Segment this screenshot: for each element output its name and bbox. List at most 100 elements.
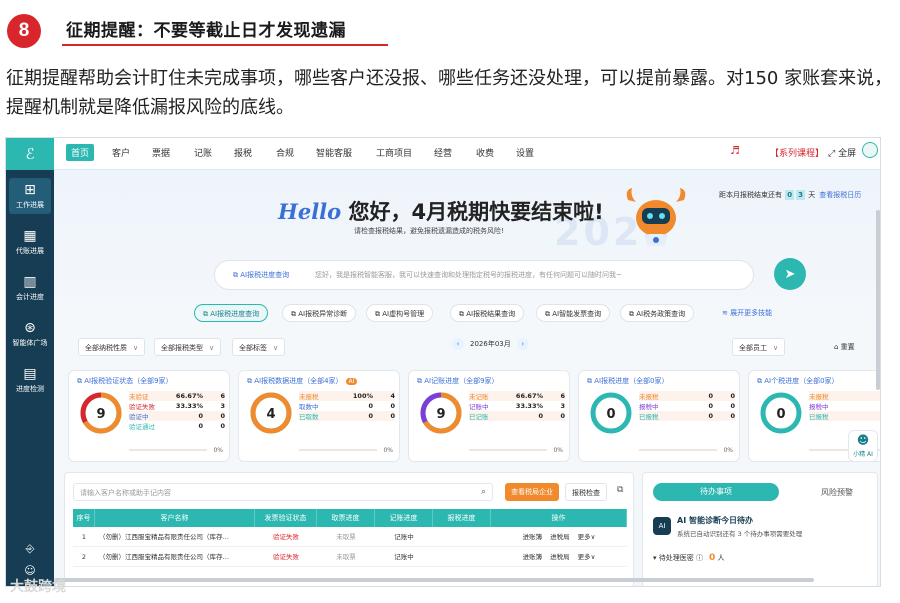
card-row[interactable]: 未报税0 [809,391,880,401]
customer-search-placeholder: 请输入客户名称或助手记内容 [80,489,171,497]
action-link[interactable]: 进税局 [550,553,570,561]
progress-track [469,449,547,451]
tags-select[interactable]: 全部标签 ∨ [232,338,286,356]
card-row[interactable]: 报税中0 [809,401,880,411]
skill-pill-3[interactable]: ⧉ AI报税结果查询 [450,304,525,322]
row-label: 已取数 [299,413,319,421]
avatar[interactable] [862,142,878,158]
card-row[interactable]: 取数中 0 0 [299,401,395,411]
skill-pill-0[interactable]: ⧉ AI报税进度查询 [194,304,269,322]
node-icon: ⊛ [24,320,36,336]
logo-glyph: ℰ [25,145,35,163]
row-label: 验证通过 [129,423,155,431]
row-number: 1 [81,533,87,541]
skill-pill-label: AI税务政策查询 [636,310,686,318]
card-row[interactable]: 记账中 33.33% 3 [469,401,565,411]
card-title-text: AI报税进度（全部0家） [594,377,669,385]
table-row[interactable]: 2 （勿删）江西服宝精品有限责任公司（库存… 验证失败 未取票 记账中 进账簿 进税局 更多∨ [73,547,627,567]
fullscreen-button[interactable]: ⤢ 全屏 [828,146,856,159]
tab-todo[interactable]: 待办事项 [653,483,779,501]
ai-search-box[interactable]: ⧉ AI报税进度查询 您好，我是报税智能客服，我可以快速查询和处理指定税号的报税… [214,260,754,290]
nav-item-1[interactable]: 客户 [112,146,130,159]
reset-button[interactable]: ⌂ 重置 [834,342,855,352]
card-row[interactable]: 已报税0 [809,411,880,421]
chevron-left-icon[interactable]: ‹ [452,338,464,350]
skill-pill-2[interactable]: ⧉ AI虚构号管理 [366,304,434,322]
nav-item-4[interactable]: 报税 [234,146,252,159]
tax-type-select[interactable]: 全部纳税性质 ∨ [78,338,146,356]
card-row[interactable]: 已记账 0 0 [469,411,565,421]
help-icon: ⓘ [695,554,703,562]
tax-calendar-link[interactable]: 查看报税日历 [819,191,861,199]
donut-chart: 0 [760,392,802,434]
tab-risk-warning[interactable]: 风险预警 [821,487,853,498]
action-link[interactable]: 进税局 [550,533,570,541]
nav-item-7[interactable]: 工商项目 [376,146,412,159]
sidebar-item-label: 智能体广场 [12,339,48,347]
section-heading: 征期提醒：不要等截止日才发现遗漏 [66,21,346,41]
skill-pill-1[interactable]: ⧉ AI报税异常诊断 [282,304,357,322]
progress-percent: 0% [213,447,223,454]
nav-item-10[interactable]: 设置 [516,146,534,159]
sidebar-item-0[interactable]: ⊞ 工作进展 [9,178,51,214]
card-row[interactable]: 已取数 0 0 [299,411,395,421]
ai-search-input[interactable]: 您好，我是报税智能客服，我可以快速查询和处理指定税号的报税进度，有任何问题可以随… [315,270,622,280]
action-link[interactable]: 更多∨ [578,533,596,541]
card-row[interactable]: 已报税 0 0 [639,411,735,421]
card-row[interactable]: 未报税 100% 4 [299,391,395,401]
nav-item-0[interactable]: 首页 [66,144,95,161]
sidebar-item-3[interactable]: ⊛ 智能体广场 [6,316,54,352]
card-row[interactable]: 验证中 0 0 [129,411,225,421]
export-icon[interactable]: ⧉ [617,485,623,495]
action-link[interactable]: 进账簿 [523,553,543,561]
reset-label: 重置 [840,343,855,351]
ai-search-tag[interactable]: ⧉ AI报税进度查询 [233,270,289,280]
card-row[interactable]: 验证失败 33.33% 3 [129,401,225,411]
horizontal-scrollbar[interactable] [54,578,814,582]
view-tax-bureau-button[interactable]: 查看税局企业 [505,483,559,501]
sidebar-item-4[interactable]: ▤ 进度检测 [6,362,54,398]
action-link[interactable]: 进账簿 [523,533,543,541]
top-nav: 首页 客户 票据 记账 报税 合规 智能客服 工商项目 经营 收费 设置 ♬ 【系列课程】 ⤢ 全屏 [54,138,880,170]
card-row[interactable]: 报税中 0 0 [639,401,735,411]
chevron-right-icon[interactable]: › [516,338,529,350]
action-link[interactable]: 更多∨ [578,553,596,561]
nav-item-2[interactable]: 票据 [152,146,170,159]
greeting-text: 您好，4月税期快要结束啦! [341,200,604,224]
customer-search-input[interactable]: 请输入客户名称或助手记内容 ⌕ [73,483,493,501]
report-type-select[interactable]: 全部报税类型 ∨ [154,338,222,356]
staff-select[interactable]: 全部员工 ∨ [732,338,786,356]
ai-search-tag-label: AI报税进度查询 [240,271,290,279]
nav-item-8[interactable]: 经营 [434,146,452,159]
course-link[interactable]: 【系列课程】 [770,146,824,159]
vertical-scrollbar[interactable] [876,210,880,390]
skill-pill-4[interactable]: ⧉ AI智能发票查询 [536,304,611,322]
todo-ai-subtitle: 系统已自动识别还有 3 个待办事项需要处理 [677,530,803,538]
card-row[interactable]: 未验证 66.67% 6 [129,391,225,401]
card-row[interactable]: 验证通过 0 0 [129,421,225,431]
tax-status [433,527,491,546]
speaker-icon[interactable]: ♬ [730,144,740,157]
app-logo[interactable]: ℰ [6,138,54,170]
todo-item[interactable]: ▾ 待处理医密 ⓘ 0 人 [653,553,724,563]
send-icon[interactable]: ➤ [774,258,806,290]
nav-item-9[interactable]: 收费 [476,146,494,159]
sidebar-item-2[interactable]: ▥ 会计进度 [6,270,54,306]
search-icon[interactable]: ⌕ [481,487,486,497]
nav-item-6[interactable]: 智能客服 [316,146,352,159]
sidebar-item-1[interactable]: ▦ 代账进展 [6,224,54,260]
expand-skills-link[interactable]: ≋ 展开更多技能 [722,308,772,318]
card-row[interactable]: 未记账 66.67% 6 [469,391,565,401]
row-count: 6 [560,392,565,400]
support-icon[interactable]: ⎆ [6,542,54,556]
table-row[interactable]: 1 （勿删）江西服宝精品有限责任公司（库存… 验证失败 未取票 记账中 进账簿 进税局 更多∨ [73,527,627,547]
row-label: 未报税 [299,393,319,401]
nav-item-5[interactable]: 合规 [276,146,294,159]
tax-check-button[interactable]: 报税检查 [565,483,607,501]
ai-assistant-float-button[interactable]: ☻ 小精 AI [848,430,878,462]
skill-pill-5[interactable]: ⧉ AI税务政策查询 [620,304,695,322]
donut-chart: 4 [250,392,292,434]
tax-countdown: 距本月报税结束还有 03 天查看报税日历 [719,190,861,200]
nav-item-3[interactable]: 记账 [194,146,212,159]
card-row[interactable]: 未报税 0 0 [639,391,735,401]
